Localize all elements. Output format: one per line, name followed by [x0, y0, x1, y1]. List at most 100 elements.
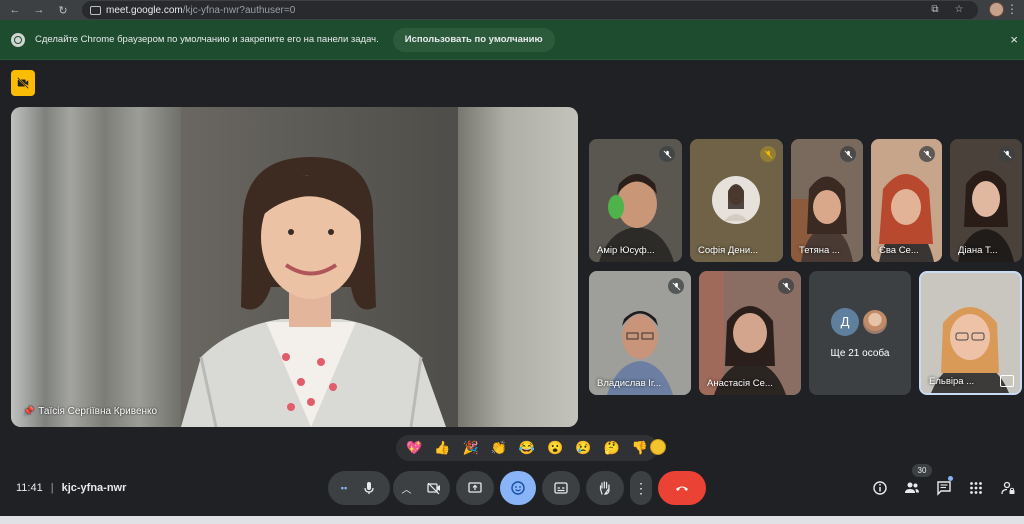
reaction-surprised[interactable]: 😮 — [544, 440, 566, 456]
os-taskbar — [0, 516, 1024, 524]
reaction-laugh[interactable]: 😂 — [516, 440, 538, 456]
apps-grid-icon — [970, 482, 982, 494]
reaction-party[interactable]: 🎉 — [460, 440, 482, 456]
camera-off-indicator[interactable] — [11, 70, 35, 96]
more-vert-icon: ⋮ — [634, 479, 648, 496]
participant-name: Амір Юсуф... — [597, 245, 655, 256]
participant-count-badge: 30 — [912, 464, 932, 477]
mic-off-icon — [668, 278, 684, 294]
activities-button[interactable] — [967, 479, 985, 497]
browser-toolbar: ← → ↻ meet.google.com/kjc-yfna-nwr?authu… — [0, 0, 1024, 20]
chrome-menu-icon[interactable]: ⋮ — [1006, 2, 1018, 16]
meeting-controls: 11:41 | kjc-yfna-nwr ▪▪ ︿ ⋮ — [0, 466, 1024, 516]
main-speaker-tile[interactable]: 📌 Таїсія Сергіївна Кривенко — [11, 107, 578, 427]
mic-off-icon — [919, 146, 935, 162]
avatar: Д — [831, 307, 859, 336]
camera-icon — [426, 482, 440, 495]
participant-tile[interactable]: Діана Т... — [950, 139, 1022, 262]
participant-tile[interactable]: Єва Се... — [871, 139, 942, 262]
translate-icon[interactable]: ⧉ — [928, 3, 942, 17]
default-browser-infobar: Сделайте Chrome браузером по умолчанию и… — [0, 20, 1024, 60]
participant-tile[interactable]: Владислав Іг... — [589, 271, 691, 395]
leave-call-button[interactable] — [658, 471, 706, 505]
participant-tile[interactable]: Тетяна ... — [791, 139, 863, 262]
people-icon — [905, 482, 919, 493]
participant-name: Тетяна ... — [799, 245, 840, 256]
chat-button[interactable] — [935, 479, 953, 497]
meeting-code: kjc-yfna-nwr — [61, 482, 127, 494]
meeting-details: 11:41 | kjc-yfna-nwr — [16, 482, 126, 494]
meeting-time: 11:41 — [16, 482, 43, 494]
reaction-clap[interactable]: 👏 — [488, 440, 510, 456]
present-screen-button[interactable] — [456, 471, 494, 505]
close-icon[interactable]: × — [1010, 32, 1018, 47]
emoji-icon — [511, 481, 525, 495]
people-button[interactable] — [903, 479, 921, 497]
more-participants-label: Ще 21 особа — [830, 347, 890, 359]
chat-unread-indicator — [948, 476, 953, 481]
reload-icon[interactable]: ↻ — [54, 1, 72, 19]
infobar-message: Сделайте Chrome браузером по умолчанию и… — [35, 34, 379, 45]
avatar — [861, 307, 889, 336]
chat-icon — [937, 481, 951, 496]
mic-off-icon — [778, 278, 794, 294]
mic-off-icon — [999, 146, 1015, 162]
background-curtain — [11, 107, 181, 427]
profile-avatar[interactable] — [989, 2, 1004, 17]
mic-off-icon — [760, 146, 776, 162]
participant-name: Софія Дени... — [698, 245, 759, 256]
participant-tile[interactable]: Анастасія Се... — [699, 271, 801, 395]
hand-icon — [599, 481, 610, 495]
microphone-button[interactable]: ▪▪ — [328, 471, 390, 505]
participant-name: Анастасія Се... — [707, 378, 773, 389]
meeting-details-button[interactable] — [871, 479, 889, 497]
reaction-thinking[interactable]: 🤔 — [601, 440, 623, 456]
bookmark-star-icon[interactable]: ☆ — [952, 3, 966, 17]
mic-off-icon — [659, 146, 675, 162]
reaction-sparkling-heart[interactable]: 💖 — [403, 440, 425, 456]
reaction-thumbs-up[interactable]: 👍 — [431, 440, 453, 456]
raise-hand-button[interactable] — [586, 471, 624, 505]
lock-person-icon — [1001, 481, 1015, 495]
info-icon — [873, 481, 887, 495]
skin-tone-selector[interactable] — [650, 439, 666, 455]
set-default-button[interactable]: Использовать по умолчанию — [392, 27, 555, 52]
speaker-name-label: 📌 Таїсія Сергіївна Кривенко — [23, 406, 157, 417]
address-bar[interactable]: meet.google.com/kjc-yfna-nwr?authuser=0 — [82, 1, 978, 19]
participant-name: Єва Се... — [879, 245, 919, 256]
mic-off-icon — [840, 146, 856, 162]
more-participants-avatars: Д — [831, 307, 889, 336]
self-view-icon[interactable] — [1000, 375, 1014, 387]
microphone-icon — [364, 482, 374, 494]
captions-icon — [554, 482, 568, 494]
participant-tile[interactable]: Ельвіра ... — [919, 271, 1022, 395]
background-curtain — [458, 107, 578, 427]
divider: | — [50, 482, 54, 494]
reactions-button[interactable] — [500, 471, 536, 505]
forward-icon[interactable]: → — [30, 1, 48, 19]
camera-button[interactable]: ︿ — [393, 471, 450, 505]
more-options-button[interactable]: ⋮ — [630, 471, 652, 505]
audio-level-icon: ▪▪ — [340, 483, 348, 493]
chevron-up-icon[interactable]: ︿ — [402, 481, 412, 496]
speaker-video — [181, 157, 446, 427]
participant-tile[interactable]: Софія Дени... — [690, 139, 783, 262]
url-path: /kjc-yfna-nwr?authuser=0 — [182, 4, 296, 16]
participant-name: Діана Т... — [958, 245, 998, 256]
host-controls-button[interactable] — [999, 479, 1017, 497]
participant-tile[interactable]: Амір Юсуф... — [589, 139, 682, 262]
speaker-name: Таїсія Сергіївна Кривенко — [38, 406, 158, 417]
back-icon[interactable]: ← — [6, 1, 24, 19]
site-info-icon[interactable] — [90, 5, 101, 15]
reaction-thumbs-down[interactable]: 👎 — [629, 440, 651, 456]
captions-button[interactable] — [542, 471, 580, 505]
participant-name: Владислав Іг... — [597, 378, 662, 389]
reaction-sad[interactable]: 😢 — [572, 440, 594, 456]
pin-icon[interactable]: 📌 — [23, 406, 34, 417]
url-host: meet.google.com — [106, 4, 183, 16]
chrome-logo-icon — [11, 32, 25, 47]
more-participants-tile[interactable]: Д Ще 21 особа — [809, 271, 911, 395]
participant-name: Ельвіра ... — [929, 376, 975, 387]
end-call-icon — [676, 486, 688, 491]
present-screen-icon — [468, 482, 482, 493]
